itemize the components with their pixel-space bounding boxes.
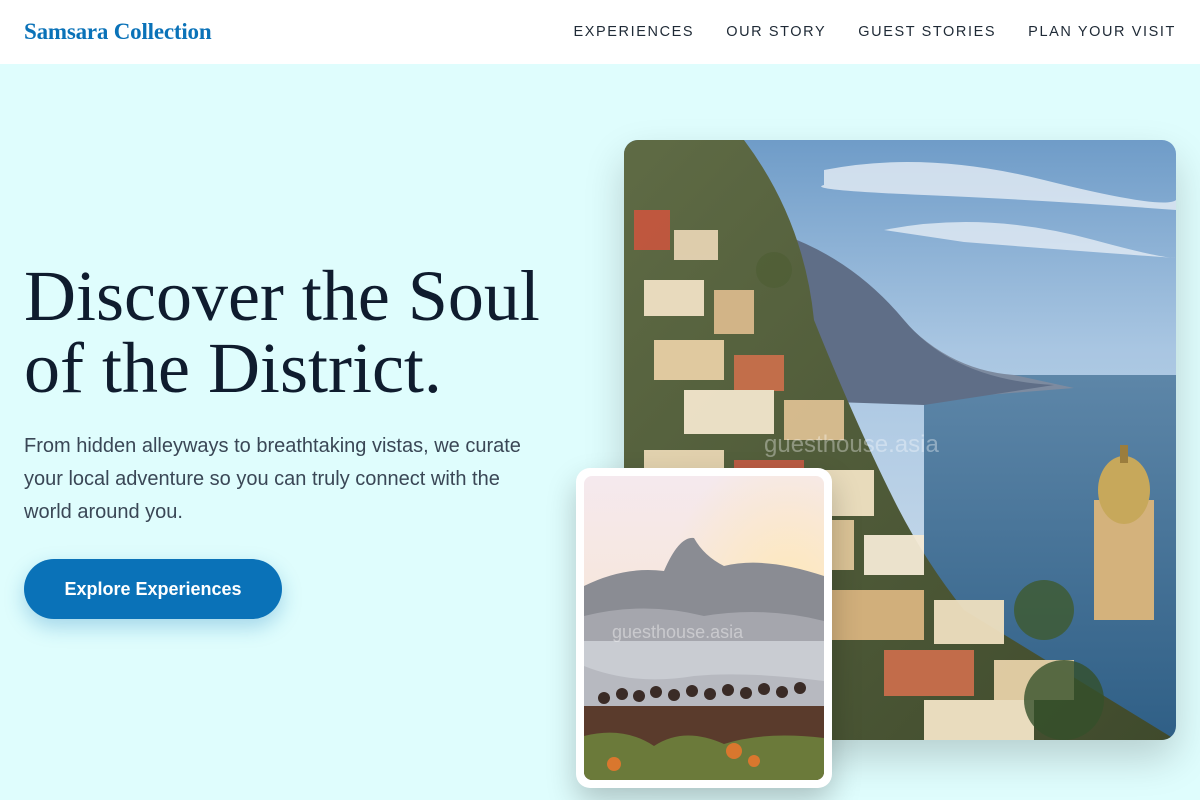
explore-experiences-button[interactable]: Explore Experiences (24, 559, 282, 619)
watermark: guesthouse.asia (612, 622, 744, 642)
brand-logo[interactable]: Samsara Collection (24, 19, 212, 45)
nav-plan-your-visit[interactable]: PLAN YOUR VISIT (1028, 24, 1176, 40)
nav-experiences[interactable]: EXPERIENCES (573, 24, 694, 40)
watermark: guesthouse.asia (764, 431, 939, 458)
hero-title-line-2: of the District. (24, 328, 442, 408)
hero-title: Discover the Soul of the District. (24, 260, 584, 404)
nav-our-story[interactable]: OUR STORY (726, 24, 826, 40)
main-nav: EXPERIENCES OUR STORY GUEST STORIES PLAN… (573, 24, 1176, 40)
secondary-image-viewpoint: guesthouse.asia (584, 476, 824, 780)
hero-subtitle: From hidden alleyways to breathtaking vi… (24, 435, 521, 523)
site-header: Samsara Collection EXPERIENCES OUR STORY… (0, 0, 1200, 64)
secondary-image-card: guesthouse.asia (576, 468, 832, 788)
viewpoint-illustration: guesthouse.asia (584, 476, 824, 780)
hero-title-line-1: Discover the Soul (24, 256, 540, 336)
nav-guest-stories[interactable]: GUEST STORIES (858, 24, 996, 40)
